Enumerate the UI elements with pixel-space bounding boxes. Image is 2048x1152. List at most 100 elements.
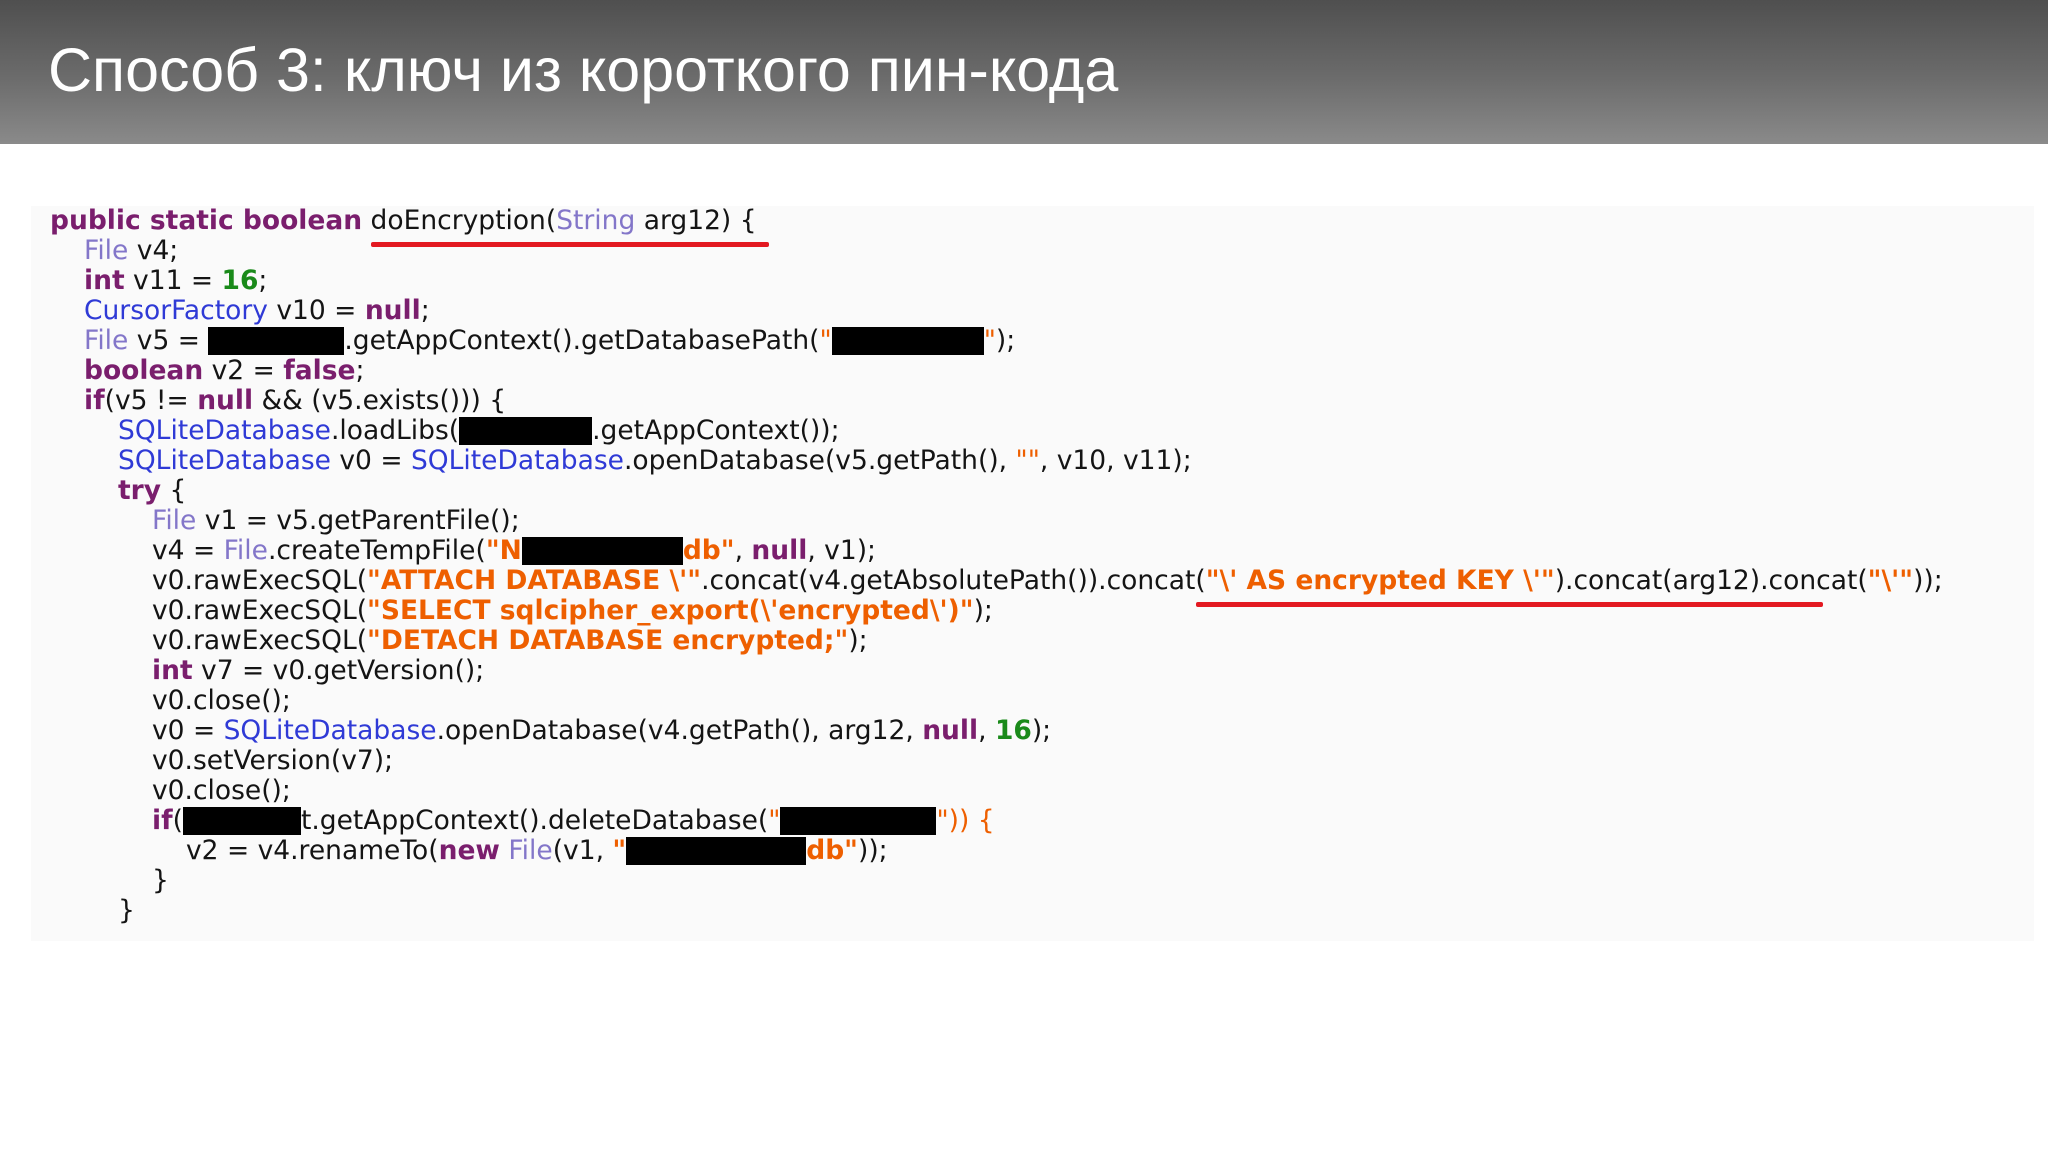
code-token: (v1, [552,835,613,866]
code-line: } [152,866,169,896]
code-token: null [751,535,808,566]
code-token: " [983,325,996,356]
code-token: ( [545,206,557,236]
code-token: ; [355,355,365,386]
slide-title: Способ 3: ключ из короткого пин-кода [48,36,1119,104]
method-name-doencryption: doEncryption [370,206,546,236]
code-token: .createTempFile( [267,535,486,566]
code-line: int v11 = 16; [84,266,267,296]
code-token: int [152,655,193,686]
code-token: "" [1015,445,1040,476]
code-token: ; [258,265,268,296]
code-token: ).concat(arg12).concat( [1554,565,1868,596]
code-line: SQLiteDatabase v0 = SQLiteDatabase.openD… [118,446,1192,476]
code-token: } [118,895,135,926]
code-line: try { [118,476,186,506]
code-token: v10 = [267,295,365,326]
code-token: ); [973,595,993,626]
code-token: v0.close(); [152,685,291,716]
code-line: v0.close(); [152,776,291,806]
code-token: if [152,805,173,836]
code-token: "SELECT sqlcipher_export(\'encrypted\')" [367,595,974,626]
code-token: )); [857,835,888,866]
code-token: , [734,535,752,566]
highlight-underline [371,242,769,247]
code-snippet: public static boolean doEncryption(Strin… [31,206,2034,941]
code-token: null [364,295,421,326]
redaction-block [182,807,301,835]
code-token: db" [682,535,735,566]
code-token: ")) { [936,805,995,836]
code-line: } [118,896,135,926]
code-token: int [84,265,125,296]
code-token: v0.rawExecSQL( [152,625,368,656]
code-token: ; [420,295,430,326]
redaction-block [831,327,984,355]
code-token: "ATTACH DATABASE \'" [367,565,702,596]
code-token: File [84,235,129,266]
slide-header: Способ 3: ключ из короткого пин-кода [0,0,2048,144]
code-token: SQLiteDatabase [118,415,331,446]
code-token: File [84,325,129,356]
code-token: " [819,325,832,356]
redaction-block [208,327,345,355]
code-token: .concat(v4.getAbsolutePath()).concat( [701,565,1206,596]
code-line: CursorFactory v10 = null; [84,296,430,326]
code-token: )); [1913,565,1943,596]
code-token: File [223,535,268,566]
code-line: v4 = File.createTempFile("N db", null, v1… [152,536,876,566]
code-token: .getAppContext().getDatabasePath( [344,325,820,356]
code-token: 16 [221,265,259,296]
redaction-block [459,417,593,445]
code-line: File v4; [84,236,178,266]
redaction-block [521,537,683,565]
code-token: t.getAppContext().deleteDatabase( [300,805,769,836]
code-token: .loadLibs( [330,415,460,446]
code-line: v0 = SQLiteDatabase.openDatabase(v4.getP… [152,716,1051,746]
code-token: v0.close(); [152,775,291,806]
code-token: v2 = v4.renameTo( [186,835,439,866]
code-line: SQLiteDatabase.loadLibs( .getAppContext()… [118,416,840,446]
code-line: File v5 = .getAppContext().getDatabasePa… [84,326,1015,356]
code-token: ); [1031,715,1052,746]
code-token: SQLiteDatabase [410,445,624,476]
code-token: v2 = [203,355,284,386]
code-line: v0.rawExecSQL("ATTACH DATABASE \'".conca… [152,566,1943,596]
code-token: db" [806,835,858,866]
code-token: public static boolean [50,206,363,236]
code-line: int v7 = v0.getVersion(); [152,656,484,686]
code-token: v5 = [128,325,209,356]
code-token: .openDatabase(v5.getPath(), [623,445,1016,476]
code-token: , v1); [807,535,876,566]
code-token: false [283,355,356,386]
code-token: CursorFactory [84,295,268,326]
code-token: "N [485,535,522,566]
code-token: "\'" [1867,565,1914,596]
code-token: " [768,805,781,836]
code-token: " [612,835,627,866]
code-token: v7 = v0.getVersion(); [192,655,485,686]
code-token: v0 = [330,445,411,476]
code-token: v4 = [152,535,224,566]
encryption-key-string: "\' AS encrypted KEY \'" [1205,565,1555,596]
code-token: v1 = v5.getParentFile(); [196,505,520,536]
code-line: boolean v2 = false; [84,356,364,386]
code-token: "DETACH DATABASE encrypted;" [367,625,849,656]
code-token: (v5 != [104,385,198,416]
code-token: SQLiteDatabase [118,445,331,476]
code-token: } [152,865,169,896]
code-line: v2 = v4.renameTo(new File(v1, " db")); [186,836,888,866]
code-token: .getAppContext()); [592,415,840,446]
code-token: ); [995,325,1016,356]
code-token: , v10, v11); [1039,445,1192,476]
code-token: 16 [994,715,1032,746]
code-line: v0.setVersion(v7); [152,746,393,776]
redaction-block [780,807,937,835]
code-token: if [84,385,105,416]
code-token: v0.rawExecSQL( [152,565,368,596]
code-token: boolean [84,355,204,386]
code-token: v0 = [152,715,224,746]
code-token: v0.setVersion(v7); [152,745,394,776]
code-line: if(v5 != null && (v5.exists())) { [84,386,506,416]
